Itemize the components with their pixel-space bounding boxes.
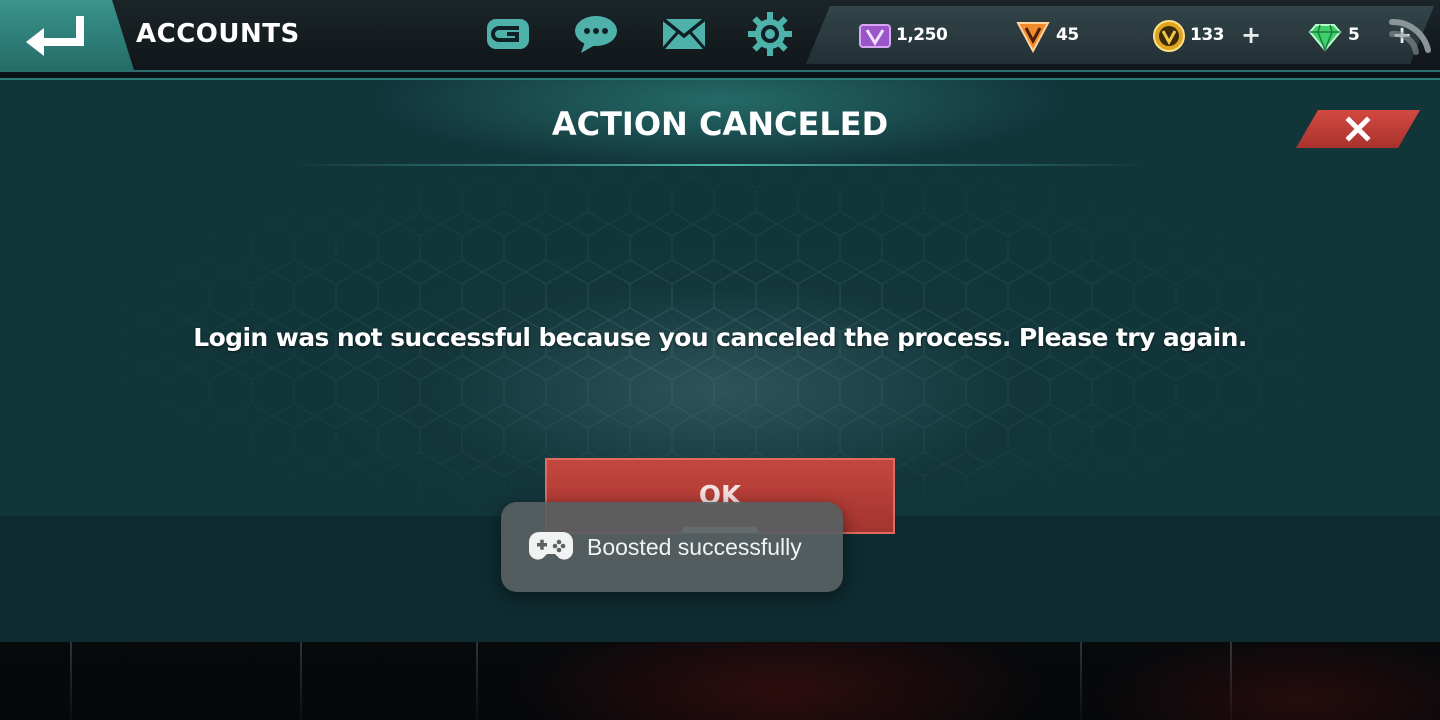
dialog-title: ACTION CANCELED <box>551 105 889 143</box>
purple-v-chip-icon <box>858 19 892 53</box>
currency-orange-tokens[interactable]: 45 <box>956 6 1134 64</box>
back-arrow-icon <box>26 16 84 56</box>
boost-toast: Boosted successfully <box>501 502 843 592</box>
gold-v-coin-icon <box>1152 19 1186 53</box>
dialog-body: ACTION CANCELED Login was not successful… <box>0 80 1440 516</box>
close-x-icon <box>1345 116 1371 142</box>
background-grid-line <box>1230 640 1232 720</box>
currency-gold-coins[interactable]: 133 + <box>1106 6 1284 64</box>
header-divider <box>290 164 1150 166</box>
background-grid-line <box>300 640 302 720</box>
currency-value: 1,250 <box>896 25 948 45</box>
background-grid-line <box>476 640 478 720</box>
top-bar: ACCOUNTS 1,250 45 133 + 5 + <box>0 0 1440 72</box>
screen-title: ACCOUNTS <box>136 19 300 49</box>
background-grid-line <box>70 640 72 720</box>
currency-value: 133 <box>1190 25 1224 45</box>
back-button[interactable] <box>0 0 134 70</box>
mail-icon[interactable] <box>660 10 708 58</box>
gameloft-icon[interactable] <box>484 10 532 58</box>
gamepad-icon <box>529 532 573 560</box>
green-gem-icon <box>1308 19 1342 53</box>
orange-v-shield-icon <box>1016 19 1050 53</box>
settings-gear-icon[interactable] <box>746 10 794 58</box>
currency-purple-credits[interactable]: 1,250 <box>806 6 984 64</box>
background-grid-line <box>1080 640 1082 720</box>
add-coins-button[interactable]: + <box>1238 22 1264 48</box>
currency-value: 45 <box>1056 25 1079 45</box>
chat-icon[interactable] <box>572 10 620 58</box>
currency-value: 5 <box>1348 25 1360 45</box>
wifi-signal-icon <box>1389 18 1431 55</box>
dialog-message: Login was not successful because you can… <box>193 323 1247 352</box>
toast-message: Boosted successfully <box>587 534 802 560</box>
